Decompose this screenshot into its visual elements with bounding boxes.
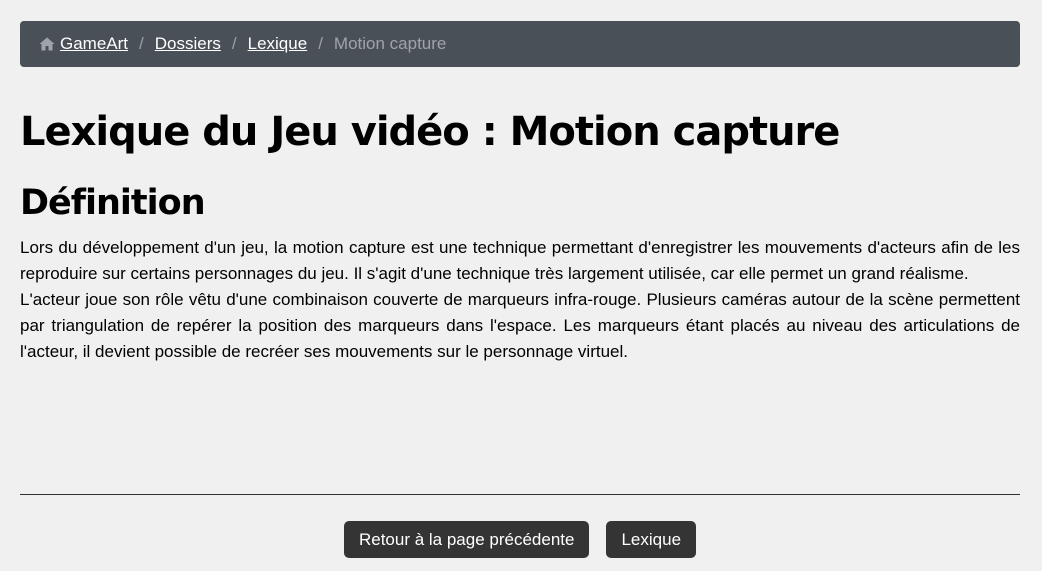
home-icon [39,37,55,51]
breadcrumb-separator: / [139,34,144,53]
breadcrumb-link-dossiers[interactable]: Dossiers [155,34,221,54]
lexique-button[interactable]: Lexique [606,521,697,558]
definition-paragraph: L'acteur joue son rôle vêtu d'une combin… [20,290,1020,361]
footer-divider [20,494,1020,495]
breadcrumb-link-gameart[interactable]: GameArt [60,34,128,54]
breadcrumb-link-lexique[interactable]: Lexique [248,34,308,54]
breadcrumb-item-home: GameArt [39,34,128,54]
section-heading-definition: Définition [20,183,206,223]
page-container: GameArt / Dossiers / Lexique / Motion ca… [20,21,1020,558]
definition-content: Lors du développement d'un jeu, la motio… [20,235,1020,365]
page-title: Lexique du Jeu vidéo : Motion capture [20,109,840,155]
footer-buttons: Retour à la page précédente Lexique [20,521,1020,558]
back-button[interactable]: Retour à la page précédente [343,521,590,558]
breadcrumb-current: Motion capture [333,34,447,53]
breadcrumb: GameArt / Dossiers / Lexique / Motion ca… [20,21,1020,67]
definition-paragraph: Lors du développement d'un jeu, la motio… [20,238,1020,283]
breadcrumb-separator: / [231,34,237,53]
breadcrumb-separator: / [318,34,323,53]
